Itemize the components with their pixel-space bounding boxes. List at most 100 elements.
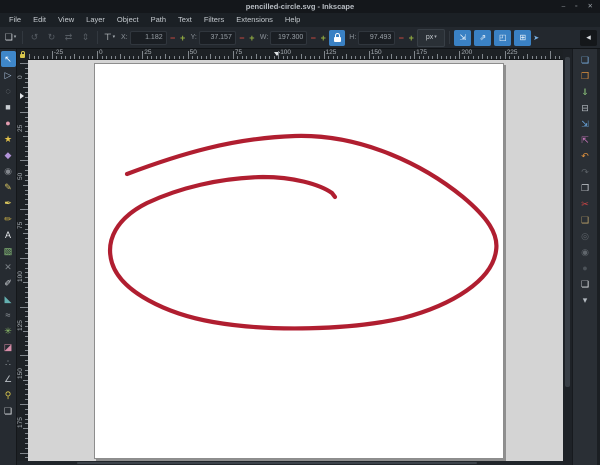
zoom-drawing-icon: ◎ — [581, 230, 589, 241]
width-input[interactable]: 197.300 — [270, 30, 308, 45]
menu-layer[interactable]: Layer — [80, 13, 111, 27]
raise-lower-dropdown[interactable]: ⊤ ▾ — [102, 30, 117, 46]
collapse-snap-toolbar-button[interactable]: ◂ — [580, 29, 597, 46]
pen-tool[interactable]: ✒ — [1, 195, 16, 211]
spiral-tool-icon: ◉ — [4, 165, 12, 176]
units-value: px — [425, 34, 434, 41]
minimize-button[interactable]: – — [562, 0, 566, 13]
canvas[interactable] — [28, 60, 563, 461]
box3d-tool[interactable]: ◆ — [1, 147, 16, 163]
paste-button[interactable]: ❑ — [577, 212, 594, 228]
vertical-scrollbar[interactable] — [563, 49, 572, 465]
width-decrease-button[interactable]: − — [309, 30, 317, 46]
vertical-scrollbar-thumb[interactable] — [565, 57, 570, 387]
vertical-ruler[interactable]: 0255075100125150175200 — [17, 60, 28, 461]
pages-tool[interactable]: ❏ — [1, 403, 16, 419]
flip-horizontal-button[interactable]: ⇄ — [61, 30, 76, 46]
toolbox: ↖ ▷ ◌ ■ ● ★ ◆ ◉ ✎ ✒ ✏ A ▧ ✕ ✐ ◣ ≈ ✳ ◪ ∴ ∠ ⚲ ❏ — [0, 49, 17, 465]
scale-corners-toggle[interactable]: ⇗ — [474, 29, 492, 46]
open-document-button[interactable]: ❒ — [577, 68, 594, 84]
selector-tool[interactable]: ↖ — [0, 51, 16, 67]
cut-button[interactable]: ✂ — [577, 196, 594, 212]
menu-object[interactable]: Object — [111, 13, 145, 27]
move-patterns-toggle[interactable]: ⊞ — [514, 29, 532, 46]
import-button[interactable]: ⇲ — [577, 116, 594, 132]
horizontal-scrollbar[interactable] — [17, 461, 563, 465]
x-input[interactable]: 1.182 — [129, 30, 167, 45]
zoom-page-button[interactable]: ◉ — [577, 244, 594, 260]
text-tool[interactable]: A — [1, 227, 16, 243]
connector-tool[interactable]: ∴ — [1, 355, 16, 371]
horizontal-ruler[interactable]: -25 0 25 50 75 100 125 150 175 200 225 — [28, 49, 563, 60]
rectangle-tool[interactable]: ■ — [1, 99, 16, 115]
calligraphy-tool-icon: ✏ — [4, 213, 12, 224]
dropper-tool[interactable]: ✐ — [1, 275, 16, 291]
menu-file[interactable]: File — [3, 13, 27, 27]
export-button[interactable]: ⇱ — [577, 132, 594, 148]
menu-help[interactable]: Help — [279, 13, 306, 27]
pencilled-circle-path[interactable] — [107, 133, 499, 331]
print-button[interactable]: ⊟ — [577, 100, 594, 116]
flip-vertical-button[interactable]: ⇕ — [78, 30, 93, 46]
height-input[interactable]: 97.493 — [358, 30, 396, 45]
maximize-button[interactable]: ▫ — [575, 0, 577, 13]
y-input[interactable]: 37.157 — [198, 30, 236, 45]
more-commands-button[interactable]: ▾ — [577, 292, 594, 308]
x-increase-button[interactable]: + — [179, 30, 187, 46]
mesh-tool[interactable]: ✕ — [1, 259, 16, 275]
star-tool[interactable]: ★ — [1, 131, 16, 147]
globe-button[interactable]: ● — [577, 260, 594, 276]
move-gradients-toggle[interactable]: ◰ — [494, 29, 512, 46]
shape-builder-tool-icon: ◌ — [5, 85, 11, 96]
new-document-icon: ❏ — [580, 54, 590, 65]
save-document-button[interactable]: ⇓ — [577, 84, 594, 100]
node-tool[interactable]: ▷ — [1, 67, 16, 83]
ruler-corner[interactable] — [17, 49, 28, 60]
zoom-drawing-button[interactable]: ◎ — [577, 228, 594, 244]
gradient-tool[interactable]: ▧ — [1, 243, 16, 259]
redo-button[interactable]: ↷ — [577, 164, 594, 180]
undo-button[interactable]: ↶ — [577, 148, 594, 164]
x-decrease-button[interactable]: − — [169, 30, 177, 46]
redo-icon: ↷ — [581, 166, 589, 177]
menu-path[interactable]: Path — [145, 13, 172, 27]
height-decrease-button[interactable]: − — [397, 30, 405, 46]
new-document-button[interactable]: ❏ — [577, 52, 594, 68]
affect-toggles: ⇲ ⇗ ◰ ⊞ — [454, 29, 532, 46]
menu-extensions[interactable]: Extensions — [230, 13, 279, 27]
ellipse-tool[interactable]: ● — [1, 115, 16, 131]
horizontal-scrollbar-thumb[interactable] — [77, 462, 477, 464]
measure-tool[interactable]: ∠ — [1, 371, 16, 387]
document-page[interactable] — [94, 63, 504, 459]
menu-filters[interactable]: Filters — [198, 13, 230, 27]
copy-button[interactable]: ❐ — [577, 180, 594, 196]
eraser-tool-icon: ◪ — [3, 341, 13, 352]
rotate-cw-button[interactable]: ↻ — [44, 30, 59, 46]
select-all-button[interactable]: ❏ ▾ — [3, 30, 18, 46]
zoom-tool[interactable]: ⚲ — [1, 387, 16, 403]
calligraphy-tool[interactable]: ✏ — [1, 211, 16, 227]
y-decrease-button[interactable]: − — [238, 30, 246, 46]
lock-ratio-toggle[interactable] — [329, 29, 346, 46]
width-increase-button[interactable]: + — [319, 30, 327, 46]
y-increase-button[interactable]: + — [248, 30, 256, 46]
fill-bucket-tool[interactable]: ◣ — [1, 291, 16, 307]
export-icon: ⇱ — [581, 134, 589, 145]
document-properties-button[interactable]: ❏ — [577, 276, 594, 292]
tweak-tool[interactable]: ≈ — [1, 307, 16, 323]
menu-view[interactable]: View — [52, 13, 80, 27]
units-selector[interactable]: px ▾ — [417, 28, 446, 47]
spray-tool[interactable]: ✳ — [1, 323, 16, 339]
shape-builder-tool[interactable]: ◌ — [1, 83, 16, 99]
scale-stroke-toggle[interactable]: ⇲ — [454, 29, 472, 46]
eraser-tool[interactable]: ◪ — [1, 339, 16, 355]
menu-bar: File Edit View Layer Object Path Text Filters Ex… — [0, 13, 600, 27]
menu-edit[interactable]: Edit — [27, 13, 52, 27]
spiral-tool[interactable]: ◉ — [1, 163, 16, 179]
rotate-ccw-button[interactable]: ↺ — [27, 30, 42, 46]
pencil-tool[interactable]: ✎ — [1, 179, 16, 195]
height-increase-button[interactable]: + — [407, 30, 415, 46]
snapping-icon[interactable]: ➤ — [533, 34, 539, 42]
close-button[interactable]: ✕ — [588, 0, 593, 13]
menu-text[interactable]: Text — [172, 13, 198, 27]
